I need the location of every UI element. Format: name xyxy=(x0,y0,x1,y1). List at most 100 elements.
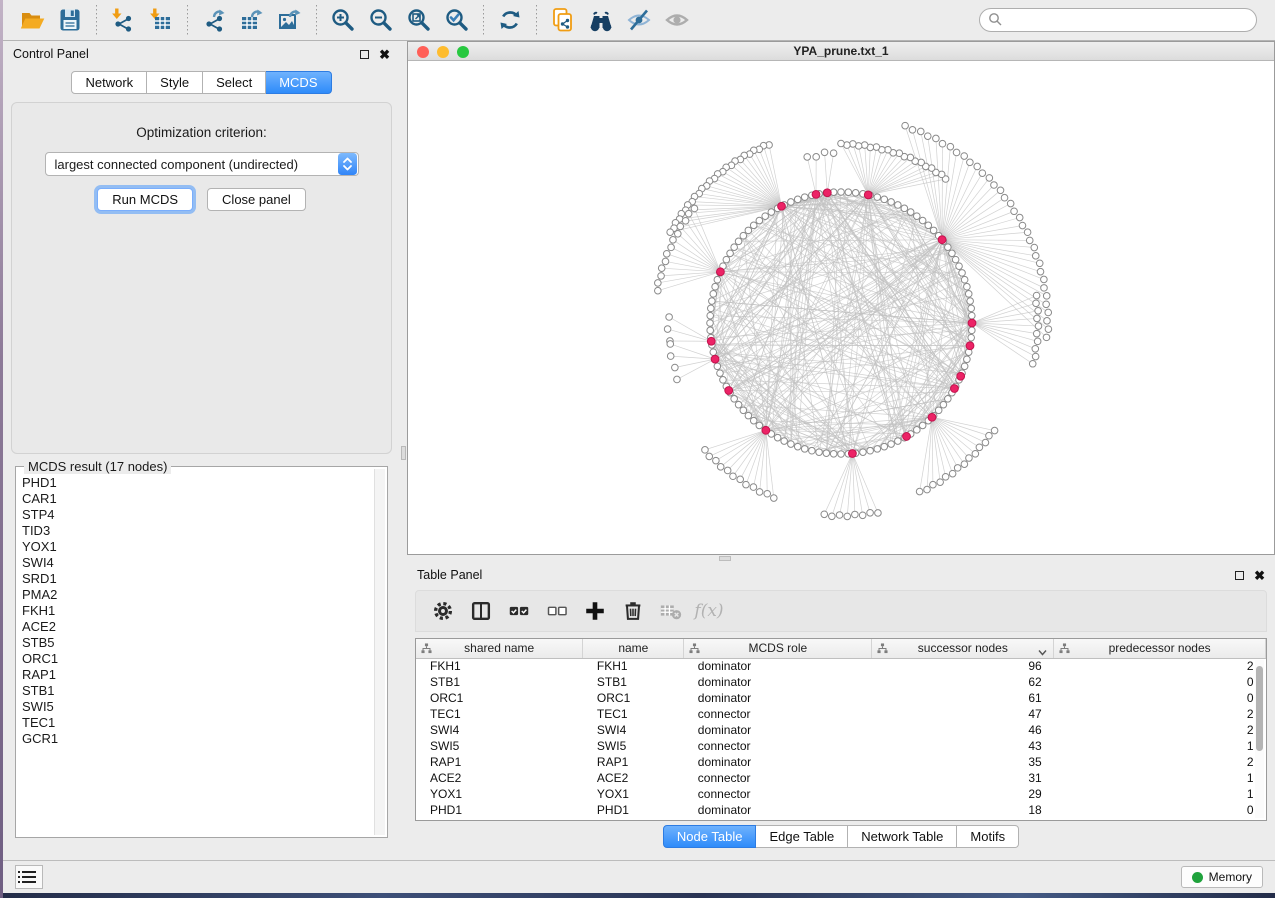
table-cell[interactable]: RAP1 xyxy=(583,754,684,770)
tab-network[interactable]: Network xyxy=(71,71,147,94)
table-cell[interactable]: dominator xyxy=(684,754,872,770)
mcds-result-item[interactable]: CAR1 xyxy=(22,491,373,507)
table-cell[interactable]: TEC1 xyxy=(416,706,583,722)
horizontal-splitter[interactable] xyxy=(407,555,1275,562)
mcds-result-item[interactable]: ACE2 xyxy=(22,619,373,635)
table-cell[interactable]: 2 xyxy=(1054,754,1266,770)
table-cell[interactable]: 46 xyxy=(872,722,1054,738)
table-cell[interactable]: 35 xyxy=(872,754,1054,770)
tab-node-table[interactable]: Node Table xyxy=(663,825,757,848)
mcds-result-item[interactable]: TEC1 xyxy=(22,715,373,731)
search-input[interactable] xyxy=(1007,13,1248,27)
mcds-result-item[interactable]: GCR1 xyxy=(22,731,373,747)
graph-node[interactable] xyxy=(903,433,911,441)
graph-node[interactable] xyxy=(812,191,820,199)
table-cell[interactable]: RAP1 xyxy=(416,754,583,770)
table-cell[interactable]: connector xyxy=(684,706,872,722)
tab-edge-table[interactable]: Edge Table xyxy=(756,825,848,848)
table-row[interactable]: RAP1RAP1dominator352 xyxy=(416,754,1266,770)
table-scrollbar[interactable] xyxy=(1255,660,1264,818)
mcds-result-list[interactable]: PHD1CAR1STP4TID3YOX1SWI4SRD1PMA2FKH1ACE2… xyxy=(22,475,373,833)
window-maximize-icon[interactable] xyxy=(457,46,469,58)
search-box[interactable] xyxy=(979,8,1257,32)
table-cell[interactable]: 1 xyxy=(1054,738,1266,754)
export-image-button[interactable] xyxy=(273,4,307,36)
zoom-in-button[interactable] xyxy=(326,4,360,36)
column-header-name[interactable]: name xyxy=(583,639,684,658)
mcds-result-item[interactable]: YOX1 xyxy=(22,539,373,555)
table-cell[interactable]: PHD1 xyxy=(416,802,583,818)
table-cell[interactable]: 0 xyxy=(1054,674,1266,690)
network-window-titlebar[interactable]: YPA_prune.txt_1 xyxy=(408,42,1274,61)
graph-node[interactable] xyxy=(725,387,733,395)
table-row[interactable]: ORC1ORC1dominator610 xyxy=(416,690,1266,706)
window-close-icon[interactable] xyxy=(417,46,429,58)
mcds-result-item[interactable]: SRD1 xyxy=(22,571,373,587)
tab-style[interactable]: Style xyxy=(147,71,203,94)
table-cell[interactable]: SWI5 xyxy=(416,738,583,754)
graph-node[interactable] xyxy=(717,268,725,276)
table-cell[interactable]: 29 xyxy=(872,786,1054,802)
table-cell[interactable]: 31 xyxy=(872,770,1054,786)
table-row[interactable]: FKH1FKH1dominator962 xyxy=(416,658,1266,674)
export-network-button[interactable] xyxy=(197,4,231,36)
mcds-result-item[interactable]: PMA2 xyxy=(22,587,373,603)
graph-node[interactable] xyxy=(707,337,715,345)
graph-node[interactable] xyxy=(928,413,936,421)
search-binoculars-button[interactable] xyxy=(584,4,618,36)
graph-node[interactable] xyxy=(951,385,959,393)
graph-node[interactable] xyxy=(938,236,946,244)
table-cell[interactable]: PHD1 xyxy=(583,802,684,818)
task-history-button[interactable] xyxy=(15,865,43,889)
table-cell[interactable]: SWI4 xyxy=(416,722,583,738)
mcds-result-item[interactable]: STP4 xyxy=(22,507,373,523)
mcds-result-item[interactable]: STB1 xyxy=(22,683,373,699)
table-cell[interactable]: dominator xyxy=(684,802,872,818)
table-cell[interactable]: dominator xyxy=(684,674,872,690)
close-panel-icon[interactable]: ✖ xyxy=(379,48,390,61)
table-cell[interactable]: 2 xyxy=(1054,658,1266,674)
table-row[interactable]: SWI5SWI5connector431 xyxy=(416,738,1266,754)
table-cell[interactable]: dominator xyxy=(684,722,872,738)
table-row[interactable]: SWI4SWI4dominator462 xyxy=(416,722,1266,738)
table-cell[interactable]: dominator xyxy=(684,690,872,706)
table-cell[interactable]: YOX1 xyxy=(583,786,684,802)
network-canvas[interactable] xyxy=(408,61,1274,554)
column-header-successor-nodes[interactable]: successor nodes xyxy=(872,639,1054,658)
optimization-criterion-select[interactable]: largest connected component (undirected) xyxy=(45,152,359,176)
table-cell[interactable]: ORC1 xyxy=(583,690,684,706)
table-cell[interactable]: ACE2 xyxy=(416,770,583,786)
graph-node[interactable] xyxy=(849,450,857,458)
close-panel-button[interactable]: Close panel xyxy=(207,188,306,211)
graph-node[interactable] xyxy=(864,191,872,199)
splitter-handle[interactable] xyxy=(719,556,731,561)
import-network-button[interactable] xyxy=(106,4,140,36)
mcds-result-item[interactable]: FKH1 xyxy=(22,603,373,619)
table-cell[interactable]: dominator xyxy=(684,658,872,674)
splitter-handle[interactable] xyxy=(401,446,406,460)
table-cell[interactable]: SWI4 xyxy=(583,722,684,738)
mcds-result-scrollbar[interactable] xyxy=(374,469,385,835)
graph-node[interactable] xyxy=(823,189,831,197)
table-cell[interactable]: SWI5 xyxy=(583,738,684,754)
table-cell[interactable]: 1 xyxy=(1054,786,1266,802)
table-cell[interactable]: connector xyxy=(684,770,872,786)
open-file-button[interactable] xyxy=(15,4,49,36)
table-cell[interactable]: 0 xyxy=(1054,802,1266,818)
zoom-out-button[interactable] xyxy=(364,4,398,36)
mcds-result-item[interactable]: ORC1 xyxy=(22,651,373,667)
zoom-selected-button[interactable] xyxy=(440,4,474,36)
select-all-button[interactable] xyxy=(502,594,536,628)
table-cell[interactable]: ACE2 xyxy=(583,770,684,786)
table-cell[interactable]: 47 xyxy=(872,706,1054,722)
copy-network-button[interactable] xyxy=(546,4,580,36)
graph-node[interactable] xyxy=(711,355,719,363)
add-column-button[interactable] xyxy=(578,594,612,628)
table-row[interactable]: TEC1TEC1connector472 xyxy=(416,706,1266,722)
float-panel-icon[interactable] xyxy=(1235,571,1244,580)
hide-selected-button[interactable] xyxy=(622,4,656,36)
zoom-fit-button[interactable] xyxy=(402,4,436,36)
table-row[interactable]: YOX1YOX1connector291 xyxy=(416,786,1266,802)
table-cell[interactable]: ORC1 xyxy=(416,690,583,706)
table-cell[interactable]: 61 xyxy=(872,690,1054,706)
